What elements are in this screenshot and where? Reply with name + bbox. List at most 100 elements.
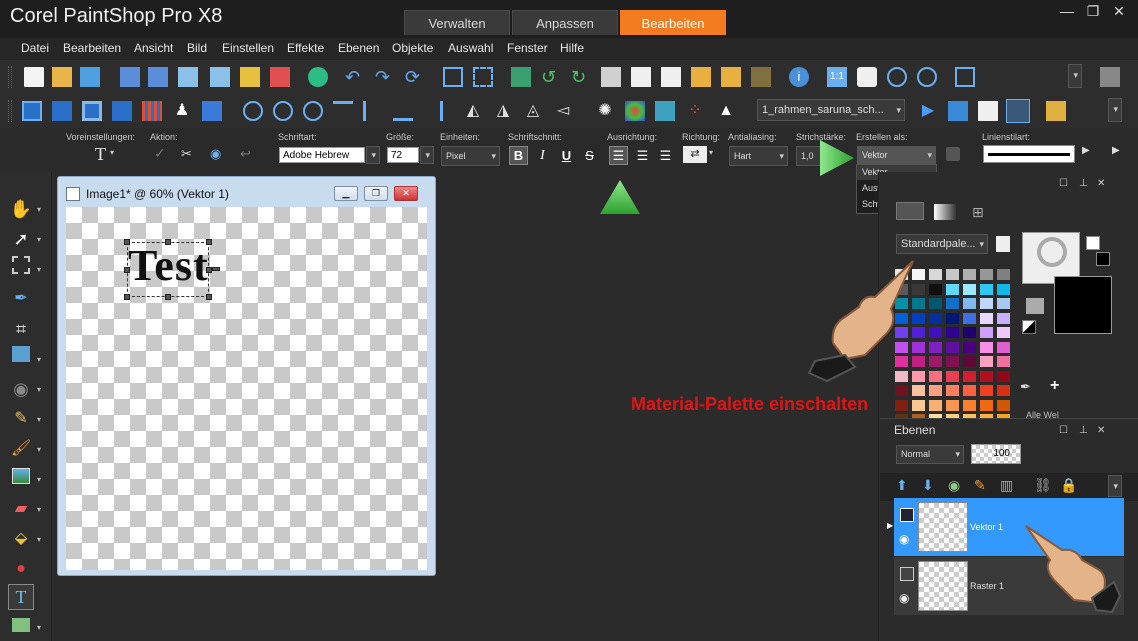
fullscreen-icon[interactable] <box>473 67 493 87</box>
frame-5-icon[interactable] <box>142 101 162 121</box>
color-swatch[interactable] <box>928 311 943 325</box>
rotate-right-icon[interactable]: ↻ <box>571 67 591 87</box>
new-raster-layer-icon[interactable]: ⬆ <box>896 477 908 494</box>
align-top-icon[interactable] <box>333 101 353 121</box>
run-script-icon[interactable]: ▶ <box>918 101 938 121</box>
eyedrop-icon[interactable] <box>270 67 290 87</box>
rotate-handle[interactable] <box>212 267 220 271</box>
color-swatch[interactable] <box>962 282 977 296</box>
eraser-tool-icon[interactable]: ▰ <box>8 496 34 522</box>
paste-layer-icon[interactable] <box>721 67 741 87</box>
color-swatch[interactable] <box>979 340 994 354</box>
toolbar-overflow-button[interactable]: ▾ <box>1068 64 1082 88</box>
color-swatch[interactable] <box>979 398 994 412</box>
tool-arrow[interactable]: ▾ <box>37 355 41 364</box>
layers-pin-icon[interactable]: ⊥ <box>1079 425 1088 436</box>
panel-close-icon[interactable]: ✕ <box>1097 178 1105 189</box>
skew-icon[interactable]: ◮ <box>493 101 513 121</box>
color-swatch[interactable] <box>979 282 994 296</box>
menu-datei[interactable]: Datei <box>21 41 49 55</box>
color-swatch[interactable] <box>928 268 943 281</box>
align-bottom-icon[interactable] <box>393 101 413 121</box>
tab-verwalten[interactable]: Verwalten <box>404 10 510 35</box>
dropper-icon[interactable]: ✒ <box>1020 379 1031 395</box>
color-swatch[interactable] <box>962 384 977 397</box>
pick-tool-icon[interactable]: ➚ <box>8 226 34 252</box>
font-dropdown-button[interactable]: ▾ <box>366 146 380 164</box>
zoom-out-icon[interactable] <box>887 67 907 87</box>
color-changer-tool-icon[interactable]: ● <box>8 556 34 582</box>
italic-button[interactable]: I <box>533 146 552 165</box>
bold-button[interactable]: B <box>509 146 528 165</box>
resize-handle[interactable] <box>124 239 130 245</box>
minimize-icon[interactable]: — <box>1056 2 1078 20</box>
resize-handle[interactable] <box>165 294 171 300</box>
menu-objekte[interactable]: Objekte <box>392 41 433 55</box>
flip-icon[interactable]: ◅ <box>553 101 573 121</box>
color-swatch[interactable] <box>962 369 977 383</box>
background-swatch[interactable] <box>1054 276 1112 334</box>
zoom-fit-icon[interactable] <box>443 67 463 87</box>
image-icon[interactable] <box>511 67 531 87</box>
menu-bearbeiten[interactable]: Bearbeiten <box>63 41 121 55</box>
color-swatch[interactable] <box>996 340 1011 354</box>
color-swatch[interactable] <box>928 384 943 397</box>
color-swatch[interactable] <box>945 355 960 368</box>
brush-edit-icon[interactable] <box>240 67 260 87</box>
color-swatch[interactable] <box>945 340 960 354</box>
image-canvas[interactable]: Test <box>66 207 427 570</box>
size-field[interactable]: 72 <box>387 147 419 163</box>
color-swatch[interactable] <box>928 355 943 368</box>
resize-handle[interactable] <box>165 239 171 245</box>
tool-arrow[interactable]: ▾ <box>37 265 41 274</box>
tool-arrow[interactable]: ▾ <box>37 415 41 424</box>
share-icon[interactable] <box>308 67 328 87</box>
link-layers-icon[interactable]: ⛓ <box>1034 477 1052 494</box>
align-left-icon[interactable] <box>363 101 383 121</box>
tool-arrow[interactable]: ▾ <box>37 505 41 514</box>
visibility-icon[interactable]: ◉ <box>210 146 221 162</box>
color-swatch[interactable] <box>996 311 1011 325</box>
layer-properties-icon[interactable]: ▥ <box>1000 477 1013 494</box>
lock-layer-icon[interactable]: 🔒 <box>1060 477 1077 494</box>
undo-icon[interactable]: ↶ <box>345 67 365 87</box>
font-field[interactable]: Adobe Hebrew <box>279 147 365 163</box>
color-swatch[interactable] <box>945 311 960 325</box>
panel-layout-icon[interactable] <box>1100 67 1120 87</box>
color-swatch[interactable] <box>979 369 994 383</box>
adjustment-layer-icon[interactable]: ✎ <box>974 477 986 494</box>
layer-name[interactable]: Raster 1 <box>970 581 1004 591</box>
center-vertical-icon[interactable] <box>273 101 293 121</box>
menu-effekte[interactable]: Effekte <box>287 41 324 55</box>
resize-handle[interactable] <box>206 239 212 245</box>
actual-size-icon[interactable]: 1:1 <box>827 67 847 87</box>
resize-handle[interactable] <box>206 294 212 300</box>
center-horizontal-icon[interactable] <box>303 101 323 121</box>
align-left-button[interactable]: ☰ <box>609 146 628 165</box>
bg-mini-swatch[interactable] <box>1096 252 1110 266</box>
size-dropdown-button[interactable]: ▾ <box>420 146 434 164</box>
color-swatch[interactable] <box>962 355 977 368</box>
pattern-tab-icon[interactable]: ⊞ <box>972 204 984 221</box>
fill-tool-icon[interactable] <box>12 468 30 484</box>
figure-icon[interactable]: ♟ <box>172 101 192 121</box>
align-right-icon[interactable] <box>423 101 443 121</box>
new-mask-icon[interactable]: ◉ <box>948 477 960 494</box>
color-swatch[interactable] <box>979 355 994 368</box>
record-script-icon[interactable] <box>1006 99 1030 123</box>
color-swatch[interactable] <box>979 384 994 397</box>
strikethrough-button[interactable]: S <box>580 146 599 165</box>
photo-fix-icon[interactable] <box>655 101 675 121</box>
maximize-icon[interactable]: ❐ <box>1082 2 1104 20</box>
overview-icon[interactable] <box>955 67 975 87</box>
color-swatch[interactable] <box>979 311 994 325</box>
color-swatch[interactable] <box>962 311 977 325</box>
cancel-icon[interactable]: ↩ <box>240 146 251 162</box>
text-tool-icon[interactable]: T <box>8 584 34 610</box>
repeat-icon[interactable]: ⟳ <box>405 67 425 87</box>
presets-dropdown-arrow[interactable]: ▾ <box>110 148 114 157</box>
swap-colors-icon[interactable] <box>1026 298 1044 314</box>
layer-name[interactable]: Vektor 1 <box>970 522 1003 532</box>
color-swatch[interactable] <box>962 340 977 354</box>
color-swatch[interactable] <box>911 398 926 412</box>
